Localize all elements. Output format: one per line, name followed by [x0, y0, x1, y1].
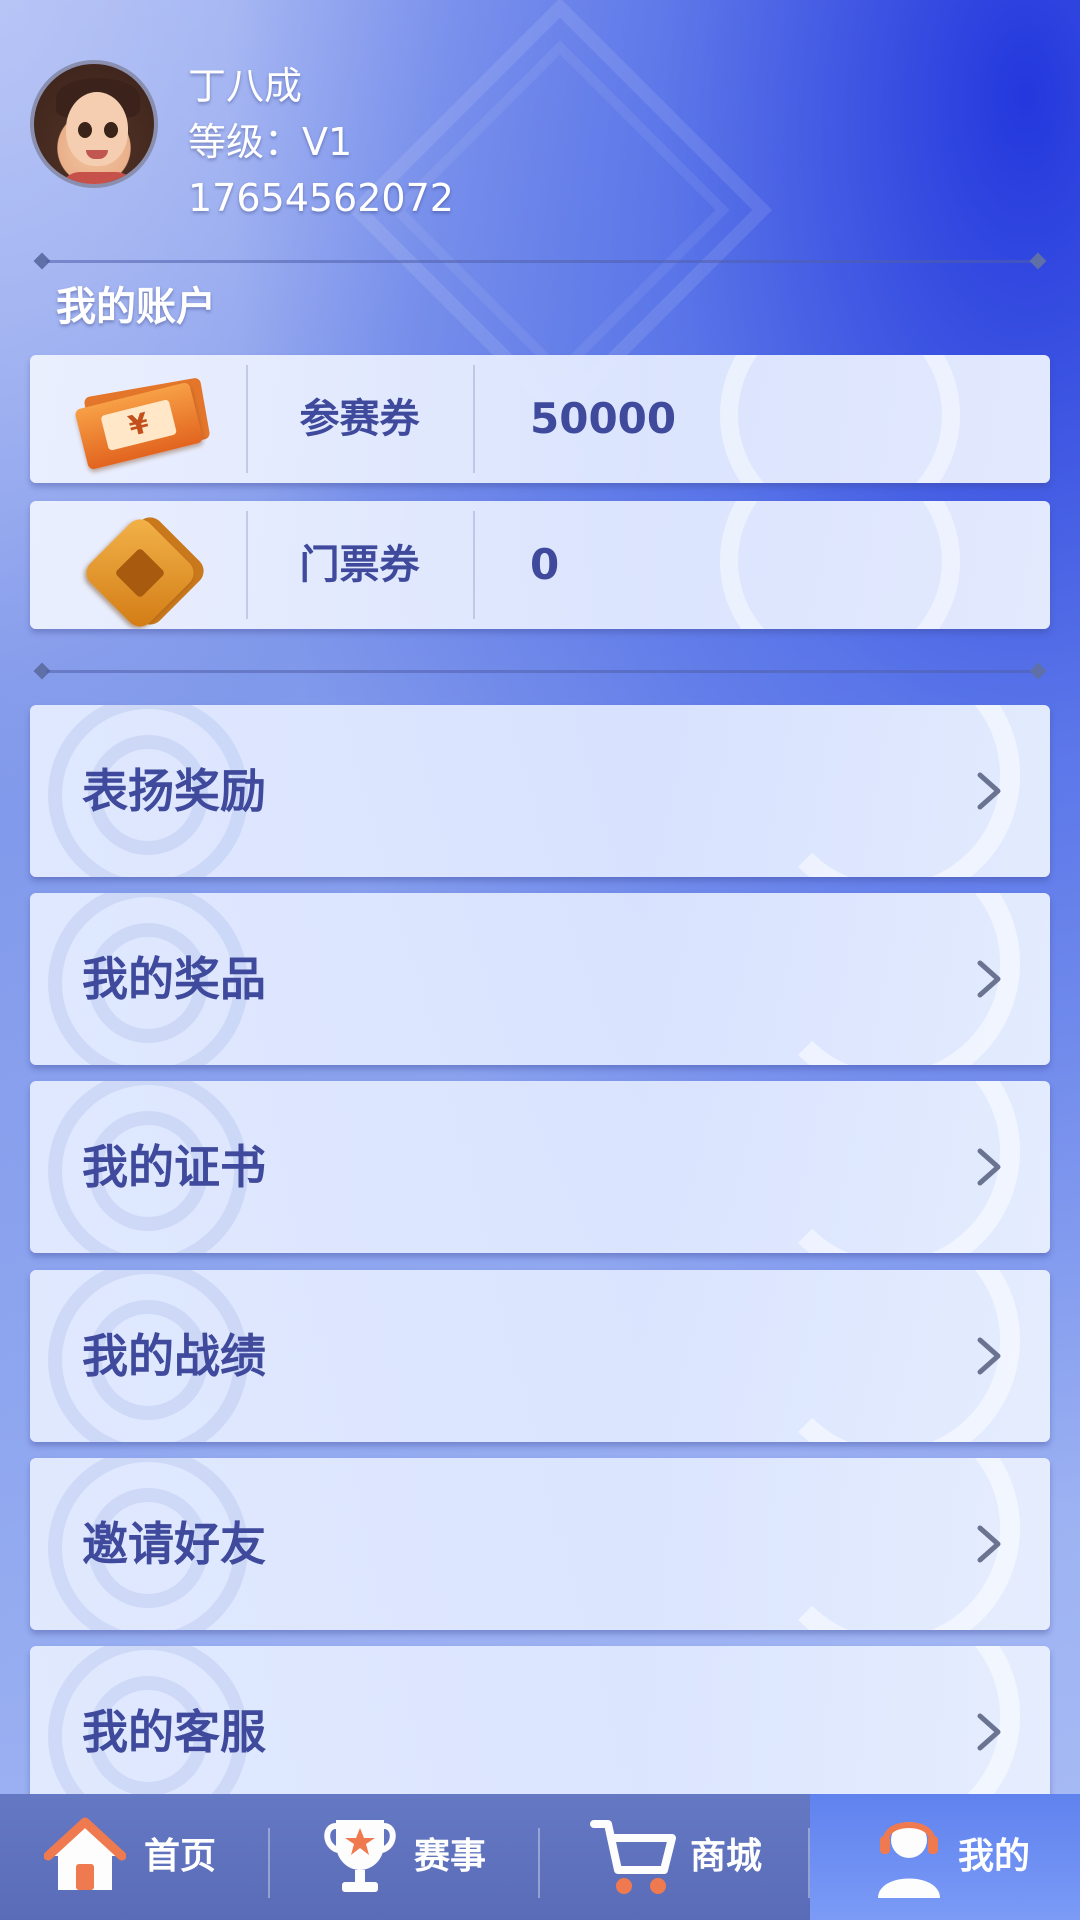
menu-item-label: 我的客服 [82, 1705, 266, 1759]
user-name: 丁八成 [188, 64, 303, 108]
menu-item-my-records[interactable]: 我的战绩 [30, 1270, 1050, 1442]
nav-item-home[interactable]: 首页 [0, 1794, 270, 1920]
menu-item-praise-rewards[interactable]: 表扬奖励 [30, 705, 1050, 877]
gold-coin-icon [70, 511, 210, 629]
nav-item-events[interactable]: 赛事 [270, 1794, 540, 1920]
chevron-right-icon [977, 960, 1001, 998]
section-divider [33, 662, 1047, 680]
cart-icon [590, 1820, 676, 1894]
menu-item-my-certificates[interactable]: 我的证书 [30, 1081, 1050, 1253]
nav-label: 首页 [144, 1836, 217, 1877]
avatar[interactable] [30, 60, 158, 188]
home-icon [44, 1817, 126, 1890]
chevron-right-icon [977, 772, 1001, 810]
menu-item-my-prizes[interactable]: 我的奖品 [30, 893, 1050, 1065]
chevron-right-icon [977, 1713, 1001, 1751]
menu-item-customer-service[interactable]: 我的客服 [30, 1646, 1050, 1818]
profile-header: 丁八成 等级：V1 17654562072 [30, 60, 1050, 230]
user-level: 等级：V1 [188, 120, 353, 164]
account-row-entry-ticket[interactable]: ¥ 参赛券 50000 [30, 355, 1050, 483]
bottom-nav: 首页 赛事 商城 我的 [0, 1794, 1080, 1920]
user-headset-icon [878, 1822, 940, 1898]
trophy-icon [324, 1820, 396, 1892]
menu-item-label: 我的奖品 [82, 952, 266, 1006]
nav-label: 赛事 [414, 1836, 487, 1877]
ticket-icon: ¥ [70, 369, 211, 471]
nav-label: 商城 [690, 1836, 763, 1877]
menu-item-label: 表扬奖励 [82, 764, 266, 818]
menu-item-label: 邀请好友 [82, 1517, 266, 1571]
section-divider [33, 252, 1047, 270]
nav-item-mine[interactable]: 我的 [810, 1794, 1080, 1920]
account-row-admission-ticket[interactable]: 门票券 0 [30, 501, 1050, 629]
chevron-right-icon [977, 1148, 1001, 1186]
account-row-value: 50000 [530, 394, 677, 443]
account-section-title: 我的账户 [56, 284, 216, 330]
user-phone: 17654562072 [188, 176, 454, 220]
chevron-right-icon [977, 1337, 1001, 1375]
account-row-label: 参赛券 [299, 396, 420, 442]
account-row-value: 0 [530, 540, 560, 589]
menu-item-label: 我的证书 [82, 1140, 266, 1194]
menu-item-label: 我的战绩 [82, 1329, 266, 1383]
nav-label: 我的 [958, 1836, 1031, 1877]
nav-item-mall[interactable]: 商城 [540, 1794, 810, 1920]
chevron-right-icon [977, 1525, 1001, 1563]
account-row-label: 门票券 [299, 542, 420, 588]
menu-item-invite-friends[interactable]: 邀请好友 [30, 1458, 1050, 1630]
